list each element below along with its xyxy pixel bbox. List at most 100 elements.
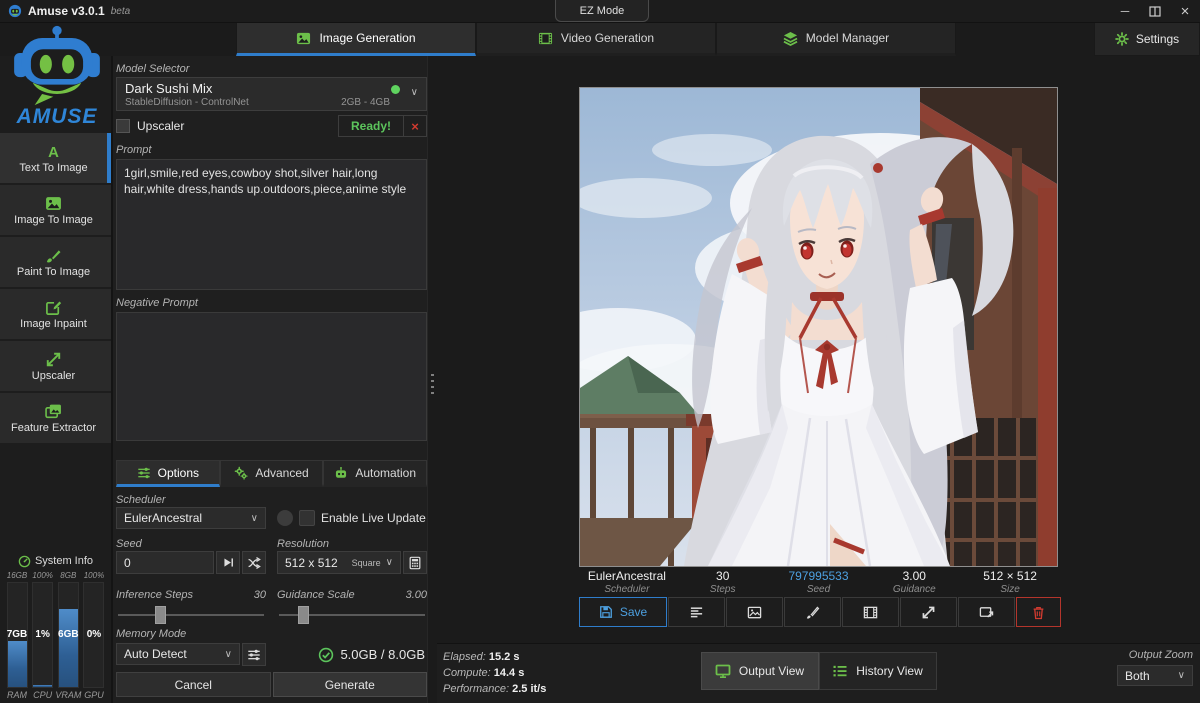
live-update-toggle[interactable] — [277, 510, 293, 526]
image-action-toolbar: Save — [579, 597, 1061, 627]
system-info-title: System Info — [35, 555, 93, 567]
output-view-button[interactable]: Output View — [701, 652, 819, 690]
cancel-button[interactable]: Cancel — [116, 672, 271, 697]
sidebar-item-label: Image Inpaint — [20, 318, 87, 330]
minimize-button[interactable]: ─ — [1110, 0, 1140, 22]
tab-model-manager[interactable]: Model Manager — [716, 22, 956, 56]
send-to-feature-extractor-button[interactable] — [958, 597, 1015, 627]
info-scheduler: EulerAncestral Scheduler — [579, 569, 675, 595]
tab-image-generation[interactable]: Image Generation — [236, 22, 476, 56]
check-circle-icon — [318, 647, 334, 663]
panel-splitter[interactable] — [427, 56, 437, 703]
prompt-input[interactable]: 1girl,smile,red eyes,cowboy shot,silver … — [116, 159, 427, 290]
brush-icon — [45, 247, 62, 264]
tab-label: Automation — [355, 466, 416, 480]
history-view-button[interactable]: History View — [819, 652, 937, 690]
output-bottom-bar: Elapsed: 15.2 s Compute: 14.4 s Performa… — [437, 643, 1200, 703]
sidebar-item-feature-extractor[interactable]: Feature Extractor — [0, 393, 111, 443]
info-size: 512 × 512 Size — [962, 569, 1058, 595]
close-button[interactable]: × — [1170, 0, 1200, 22]
image-details-button[interactable] — [668, 597, 725, 627]
sidebar-item-text-to-image[interactable]: Text To Image — [0, 133, 111, 183]
memory-mode-dropdown[interactable]: Auto Detect ∨ — [116, 643, 240, 665]
expand-arrows-icon — [45, 351, 62, 368]
options-tab-strip: Options Advanced Automation — [116, 460, 427, 487]
negative-prompt-label: Negative Prompt — [116, 296, 427, 310]
sidebar-item-label: Text To Image — [19, 162, 87, 174]
settings-button[interactable]: Settings — [1094, 22, 1200, 56]
tab-video-generation[interactable]: Video Generation — [476, 22, 716, 56]
amuse-logo-text: AMUSE — [17, 105, 98, 129]
maximize-button[interactable] — [1140, 0, 1170, 22]
tab-label: Model Manager — [806, 31, 889, 45]
calculator-icon — [408, 556, 422, 570]
sidebar-item-upscaler[interactable]: Upscaler — [0, 341, 111, 391]
sliders-icon — [247, 648, 261, 662]
history-view-label: History View — [856, 664, 922, 678]
meter-value: 6GB — [58, 629, 79, 640]
window-controls: ─ × — [1110, 0, 1200, 22]
delete-image-button[interactable] — [1016, 597, 1061, 627]
resolution-label: Resolution — [277, 537, 427, 551]
tab-advanced[interactable]: Advanced — [220, 460, 324, 487]
ez-mode-button[interactable]: EZ Mode — [555, 0, 649, 22]
vram-usage-text: 5.0GB / 8.0GB — [340, 647, 425, 662]
trash-icon — [1031, 605, 1046, 620]
meter-gpu: 100% 0% GPU — [83, 571, 105, 700]
info-value: EulerAncestral — [588, 569, 666, 583]
random-seed-button[interactable] — [242, 551, 266, 574]
generate-button[interactable]: Generate — [273, 672, 428, 697]
tab-automation[interactable]: Automation — [323, 460, 427, 487]
resolution-calculator-button[interactable] — [403, 551, 427, 574]
negative-prompt-input[interactable] — [116, 312, 427, 441]
splitter-handle[interactable] — [431, 374, 434, 398]
guidance-scale-slider[interactable] — [277, 606, 427, 624]
slider-thumb[interactable] — [155, 606, 166, 624]
sliders-icon — [137, 466, 151, 480]
seed-input[interactable]: 0 — [116, 551, 214, 574]
mode-nav-list: Text To Image Image To Image Paint To Im… — [0, 133, 111, 443]
scheduler-dropdown[interactable]: EulerAncestral ∨ — [116, 507, 266, 529]
reuse-seed-button[interactable] — [216, 551, 240, 574]
guidance-scale-label: Guidance Scale — [277, 588, 355, 602]
chevron-down-icon: ∨ — [1178, 670, 1185, 681]
memory-settings-button[interactable] — [242, 643, 266, 666]
save-image-button[interactable]: Save — [579, 597, 667, 627]
image-frame-icon — [747, 605, 762, 620]
live-update-checkbox[interactable] — [299, 510, 315, 526]
send-to-image-button[interactable] — [726, 597, 783, 627]
sidebar-item-image-inpaint[interactable]: Image Inpaint — [0, 289, 111, 339]
generation-info-row: EulerAncestral Scheduler 30 Steps 797995… — [579, 569, 1058, 595]
meter-ram: 16GB 7GB RAM — [6, 571, 28, 700]
seed-link[interactable]: 797995533 — [788, 569, 848, 583]
app-title: Amuse v3.0.1 — [28, 4, 105, 18]
output-zoom-dropdown[interactable]: Both ∨ — [1117, 665, 1193, 686]
send-to-video-button[interactable] — [842, 597, 899, 627]
resolution-dropdown[interactable]: 512 x 512 Square ∨ — [277, 551, 401, 574]
tab-label: Advanced — [255, 466, 308, 480]
meter-value: 0% — [87, 629, 101, 640]
info-label: Steps — [710, 584, 736, 595]
inference-steps-slider[interactable] — [116, 606, 266, 624]
model-selector-dropdown[interactable]: Dark Sushi Mix StableDiffusion - Control… — [116, 77, 427, 111]
meter-max-label: 100% — [32, 571, 52, 581]
tab-options[interactable]: Options — [116, 460, 220, 487]
upscaler-label: Upscaler — [137, 119, 184, 133]
letter-a-icon — [45, 143, 62, 160]
ready-status[interactable]: Ready! — [339, 116, 403, 136]
unload-model-button[interactable]: × — [403, 116, 426, 136]
memory-mode-label: Memory Mode — [116, 627, 427, 641]
sidebar-item-paint-to-image[interactable]: Paint To Image — [0, 237, 111, 287]
tab-label: Options — [158, 466, 199, 480]
stat-label: Elapsed: — [443, 651, 486, 663]
upscaler-checkbox[interactable] — [116, 119, 130, 133]
stat-elapsed: Elapsed: 15.2 s — [443, 649, 546, 665]
info-seed: 797995533 Seed — [771, 569, 867, 595]
send-to-upscaler-button[interactable] — [900, 597, 957, 627]
send-to-paint-button[interactable] — [784, 597, 841, 627]
sidebar-item-image-to-image[interactable]: Image To Image — [0, 185, 111, 235]
meter-value: 1% — [35, 629, 49, 640]
slider-thumb[interactable] — [298, 606, 309, 624]
chevron-down-icon: ∨ — [411, 87, 418, 98]
slider-track — [118, 614, 264, 616]
